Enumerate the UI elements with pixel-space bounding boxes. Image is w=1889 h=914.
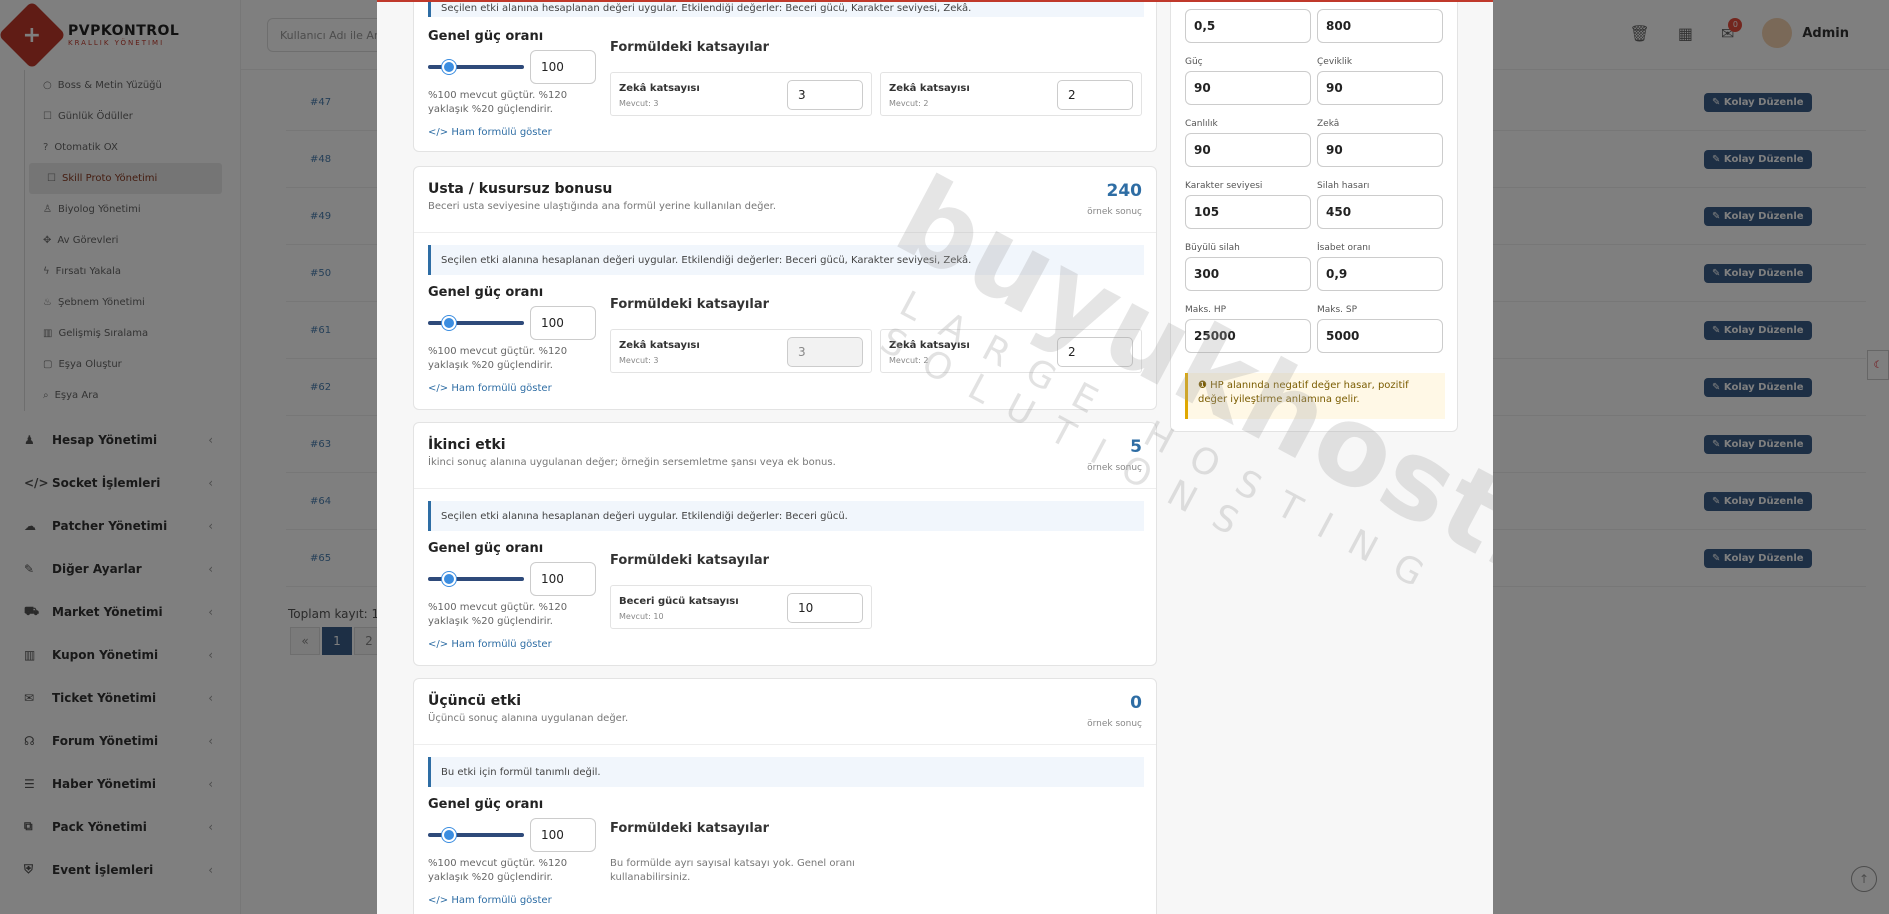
coef-input[interactable]: 3 (787, 80, 863, 110)
coef-box: Zekâ katsayısı Mevcut: 2 2 (880, 329, 1142, 373)
power-slider[interactable] (428, 60, 524, 74)
gg-note: %100 mevcut güçtür. %120 yaklaşık %20 gü… (428, 346, 568, 371)
card-title: Usta / kusursuz bonusu (428, 181, 613, 197)
sample-field: Güç 90 (1185, 57, 1311, 105)
coef-input[interactable]: 2 (1057, 80, 1133, 110)
sample-field: Canlılık 90 (1185, 119, 1311, 167)
effect-info: Seçilen etki alanına hesaplanan değeri u… (428, 2, 1144, 17)
field-input[interactable]: 90 (1185, 71, 1311, 105)
effect-info: Seçilen etki alanına hesaplanan değeri u… (428, 245, 1144, 275)
field-input[interactable]: 0,5 (1185, 9, 1311, 43)
field-label: Maks. SP (1317, 305, 1358, 315)
sample-field: Zekâ 90 (1317, 119, 1443, 167)
sample-label: örnek sonuç (1087, 719, 1142, 729)
effect-card-first: Seçilen etki alanına hesaplanan değeri u… (413, 2, 1157, 152)
show-raw-formula-link[interactable]: </> Ham formülü göster (428, 383, 552, 394)
effect-info: Bu etki için formül tanımlı değil. (428, 757, 1144, 787)
field-input[interactable]: 300 (1185, 257, 1311, 291)
coef-title: Formüldeki katsayılar (610, 821, 770, 836)
card-title: İkinci etki (428, 437, 506, 453)
effect-card-second: İkinci etki İkinci sonuç alanına uygulan… (413, 422, 1157, 666)
field-label (1317, 2, 1443, 9)
field-input[interactable]: 450 (1317, 195, 1443, 229)
gg-note: %100 mevcut güçtür. %120 yaklaşık %20 gü… (428, 858, 568, 883)
gg-note: %100 mevcut güçtür. %120 yaklaşık %20 gü… (428, 602, 568, 627)
coef-input[interactable]: 10 (787, 593, 863, 623)
power-input[interactable]: 100 (530, 306, 596, 340)
sample-field: 0,5 (1185, 2, 1311, 43)
gg-label: Genel güç oranı (428, 29, 544, 44)
card-desc: İkinci sonuç alanına uygulanan değer; ör… (428, 457, 836, 468)
field-label: Çeviklik (1317, 57, 1353, 67)
info-icon: ❶ (1198, 380, 1211, 391)
coef-box: Beceri gücü katsayısı Mevcut: 10 10 (610, 585, 872, 629)
sample-label: örnek sonuç (1087, 463, 1142, 473)
effect-card-master-bonus: Usta / kusursuz bonusu Beceri usta seviy… (413, 166, 1157, 410)
field-input[interactable]: 105 (1185, 195, 1311, 229)
field-label: Zekâ (1317, 119, 1340, 129)
field-label: Büyülü silah (1185, 243, 1240, 253)
coef-title: Formüldeki katsayılar (610, 297, 770, 312)
coef-box: Zekâ katsayısı Mevcut: 3 3 (610, 329, 872, 373)
coef-title: Formüldeki katsayılar (610, 40, 770, 55)
card-title: Üçüncü etki (428, 693, 522, 709)
field-input[interactable]: 90 (1185, 133, 1311, 167)
hp-warning: ❶ HP alanında negatif değer hasar, pozit… (1185, 373, 1445, 419)
field-label: Güç (1185, 57, 1203, 67)
field-label: Karakter seviyesi (1185, 181, 1263, 191)
field-input[interactable]: 25000 (1185, 319, 1311, 353)
sample-field: 800 (1317, 2, 1443, 43)
sample-result: 5 (1130, 437, 1142, 457)
sample-field: İsabet oranı 0,9 (1317, 243, 1443, 291)
field-label: İsabet oranı (1317, 243, 1371, 253)
gg-label: Genel güç oranı (428, 541, 544, 556)
power-input[interactable]: 100 (530, 562, 596, 596)
sample-field: Maks. HP 25000 (1185, 305, 1311, 353)
sample-field: Karakter seviyesi 105 (1185, 181, 1311, 229)
sample-result: 0 (1130, 693, 1142, 713)
skill-edit-modal: Seçilen etki alanına hesaplanan değeri u… (377, 0, 1493, 914)
sample-field: Çeviklik 90 (1317, 57, 1443, 105)
sample-result: 240 (1106, 181, 1143, 201)
power-slider[interactable] (428, 828, 524, 842)
show-raw-formula-link[interactable]: </> Ham formülü göster (428, 895, 552, 906)
effect-card-third: Üçüncü etki Üçüncü sonuç alanına uygulan… (413, 678, 1157, 914)
coef-title: Formüldeki katsayılar (610, 553, 770, 568)
field-input[interactable]: 5000 (1317, 319, 1443, 353)
field-label (1185, 2, 1311, 9)
gg-label: Genel güç oranı (428, 285, 544, 300)
gg-label: Genel güç oranı (428, 797, 544, 812)
coef-box: Zekâ katsayısı Mevcut: 2 2 (880, 72, 1142, 116)
show-raw-formula-link[interactable]: </> Ham formülü göster (428, 127, 552, 138)
effect-info: Seçilen etki alanına hesaplanan değeri u… (428, 501, 1144, 531)
sample-field: Silah hasarı 450 (1317, 181, 1443, 229)
coef-box: Zekâ katsayısı Mevcut: 3 3 (610, 72, 872, 116)
gg-note: %100 mevcut güçtür. %120 yaklaşık %20 gü… (428, 90, 568, 115)
field-input[interactable]: 800 (1317, 9, 1443, 43)
sample-field: Büyülü silah 300 (1185, 243, 1311, 291)
power-slider[interactable] (428, 316, 524, 330)
show-raw-formula-link[interactable]: </> Ham formülü göster (428, 639, 552, 650)
coef-input[interactable]: 3 (787, 337, 863, 367)
field-label: Silah hasarı (1317, 181, 1370, 191)
power-slider[interactable] (428, 572, 524, 586)
sample-values-panel: ❶ HP alanında negatif değer hasar, pozit… (1170, 2, 1458, 432)
power-input[interactable]: 100 (530, 50, 596, 84)
power-input[interactable]: 100 (530, 818, 596, 852)
field-input[interactable]: 90 (1317, 71, 1443, 105)
sample-field: Maks. SP 5000 (1317, 305, 1443, 353)
field-input[interactable]: 0,9 (1317, 257, 1443, 291)
card-desc: Beceri usta seviyesine ulaştığında ana f… (428, 201, 776, 212)
sample-label: örnek sonuç (1087, 207, 1142, 217)
no-coef-note: Bu formülde ayrı sayısal katsayı yok. Ge… (610, 858, 855, 883)
field-label: Maks. HP (1185, 305, 1227, 315)
coef-input[interactable]: 2 (1057, 337, 1133, 367)
field-input[interactable]: 90 (1317, 133, 1443, 167)
field-label: Canlılık (1185, 119, 1218, 129)
card-desc: Üçüncü sonuç alanına uygulanan değer. (428, 713, 629, 724)
